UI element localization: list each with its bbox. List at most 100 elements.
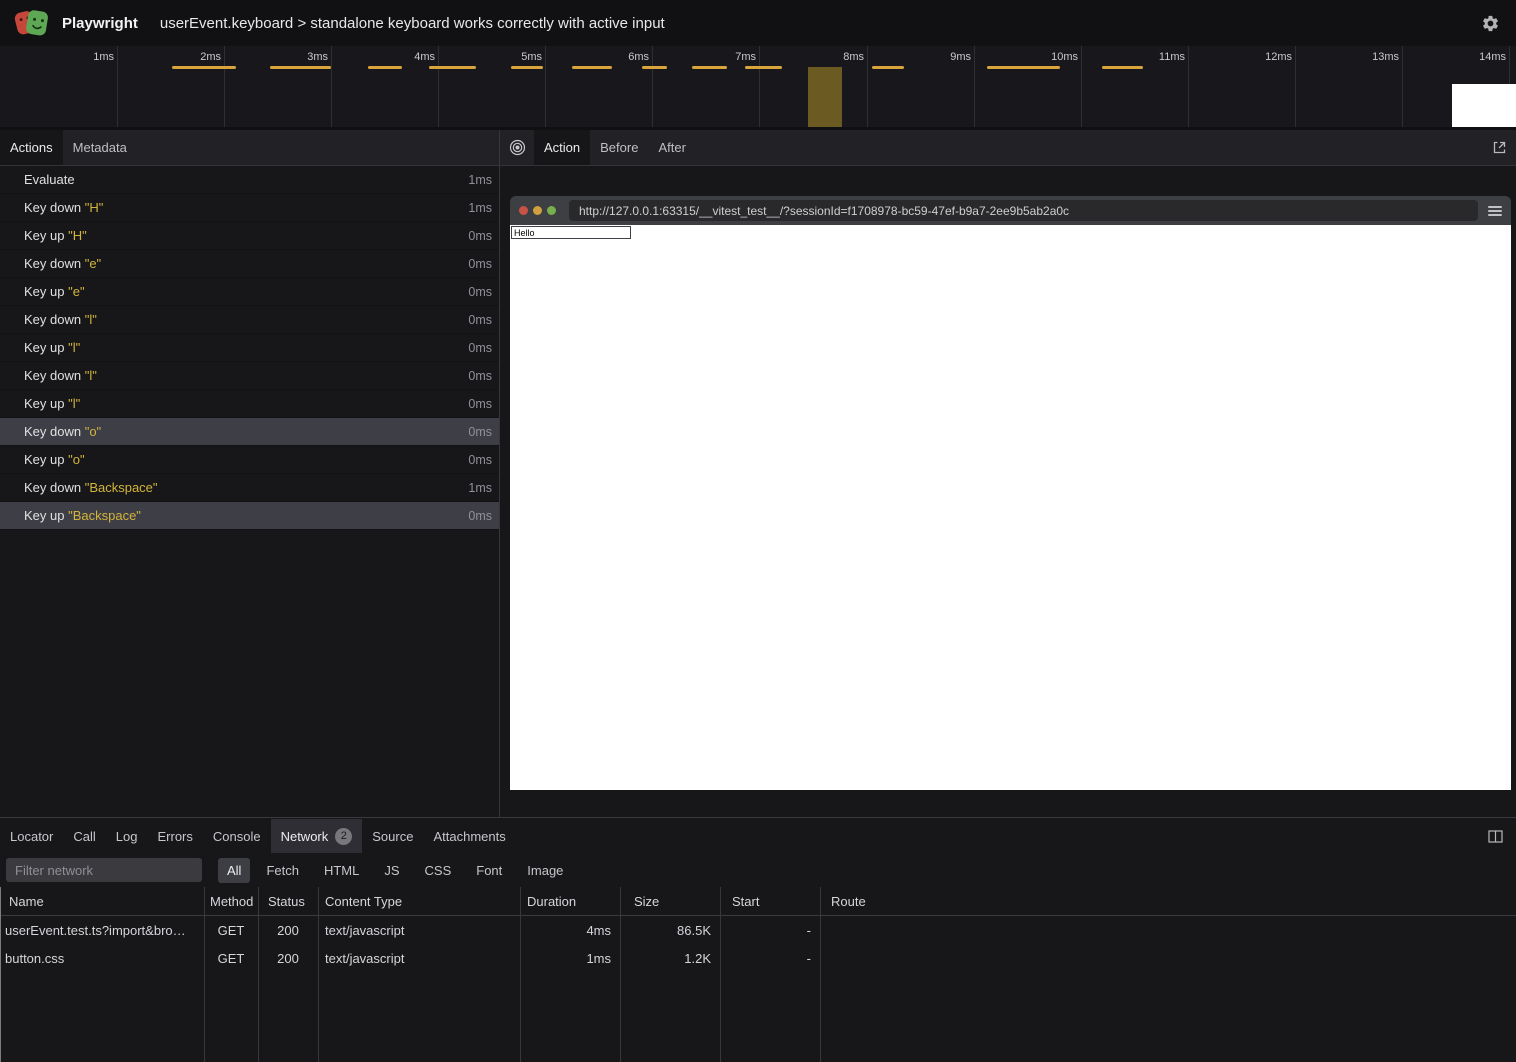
tab-errors[interactable]: Errors [147, 819, 202, 853]
filter-chip-js[interactable]: JS [375, 858, 408, 883]
filter-chip-all[interactable]: All [218, 858, 250, 883]
tab-console[interactable]: Console [203, 819, 271, 853]
cell-size: 86.5K [620, 923, 720, 938]
action-row[interactable]: Evaluate1ms [0, 166, 499, 194]
timeline-gridline [867, 46, 868, 127]
filter-chip-html[interactable]: HTML [315, 858, 368, 883]
action-row[interactable]: Key down "l"0ms [0, 306, 499, 334]
tab-locator[interactable]: Locator [0, 819, 63, 853]
tab-network[interactable]: Network2 [271, 819, 363, 853]
action-duration: 0ms [468, 341, 492, 355]
timeline-gridline [974, 46, 975, 127]
action-name: Key down [24, 256, 85, 271]
action-row[interactable]: Key down "H"1ms [0, 194, 499, 222]
tab-call[interactable]: Call [63, 819, 105, 853]
timeline-action-dash [429, 66, 476, 69]
column-separator [520, 887, 521, 1062]
settings-gear-icon[interactable] [1478, 11, 1502, 35]
action-name: Key up [24, 396, 68, 411]
action-row[interactable]: Key up "H"0ms [0, 222, 499, 250]
filter-chip-fetch[interactable]: Fetch [257, 858, 308, 883]
action-duration: 0ms [468, 229, 492, 243]
tab-console-label: Console [213, 829, 261, 844]
tab-log-label: Log [116, 829, 138, 844]
action-value: "e" [85, 256, 101, 271]
tab-call-label: Call [73, 829, 95, 844]
column-header-route: Route [820, 894, 1516, 909]
column-header-content-type: Content Type [318, 894, 520, 909]
timeline-action-dash [368, 66, 402, 69]
bottom-tab-bar: Locator Call Log Errors Console Network2 Sourc… [0, 819, 1516, 853]
timeline-gridline [1402, 46, 1403, 127]
column-separator [258, 887, 259, 1062]
filter-chip-css[interactable]: CSS [416, 858, 461, 883]
timeline[interactable]: 1ms2ms3ms4ms5ms6ms7ms8ms9ms10ms11ms12ms1… [0, 46, 1516, 130]
timeline-action-dash [172, 66, 236, 69]
tab-source-label: Source [372, 829, 413, 844]
action-row[interactable]: Key up "l"0ms [0, 334, 499, 362]
browser-chrome-bar: http://127.0.0.1:63315/__vitest_test__/?… [510, 196, 1511, 225]
action-row[interactable]: Key up "o"0ms [0, 446, 499, 474]
timeline-action-dash [872, 66, 904, 69]
network-request-row[interactable]: button.cssGET200text/javascript1ms1.2K- [0, 944, 1516, 972]
action-duration: 0ms [468, 453, 492, 467]
open-snapshot-external-link-icon[interactable] [1482, 130, 1516, 165]
timeline-tick-label: 14ms [1479, 51, 1506, 63]
tab-metadata[interactable]: Metadata [63, 130, 137, 165]
action-row[interactable]: Key up "Backspace"0ms [0, 502, 499, 530]
action-row[interactable]: Key up "l"0ms [0, 390, 499, 418]
tab-attachments[interactable]: Attachments [423, 819, 515, 853]
bottom-panel: Locator Call Log Errors Console Network2 Sourc… [0, 817, 1516, 1062]
action-duration: 0ms [468, 425, 492, 439]
timeline-gridline [1081, 46, 1082, 127]
column-separator [720, 887, 721, 1062]
network-request-row[interactable]: userEvent.test.ts?import&bro…GET200text/… [0, 916, 1516, 944]
action-value: "H" [68, 228, 87, 243]
timeline-tick-label: 6ms [628, 51, 649, 63]
timeline-action-dash [572, 66, 612, 69]
network-table-header: NameMethodStatusContent TypeDurationSize… [0, 887, 1516, 916]
cell-content_type: text/javascript [318, 923, 520, 938]
tab-action-label: Action [544, 140, 580, 155]
timeline-tick-label: 5ms [521, 51, 542, 63]
column-separator [820, 887, 821, 1062]
action-row[interactable]: Key up "e"0ms [0, 278, 499, 306]
tab-action[interactable]: Action [534, 130, 590, 165]
timeline-gridline [117, 46, 118, 127]
timeline-tick-label: 10ms [1051, 51, 1078, 63]
timeline-gridline [1295, 46, 1296, 127]
action-value: "e" [68, 284, 84, 299]
action-value: "o" [68, 452, 84, 467]
action-duration: 0ms [468, 313, 492, 327]
column-header-status: Status [258, 894, 318, 909]
column-header-method: Method [204, 894, 258, 909]
timeline-action-dash [642, 66, 667, 69]
filter-chip-font[interactable]: Font [467, 858, 511, 883]
test-title: userEvent.keyboard > standalone keyboard… [160, 15, 665, 32]
timeline-tick-label: 11ms [1159, 51, 1185, 63]
browser-snapshot: http://127.0.0.1:63315/__vitest_test__/?… [510, 196, 1511, 790]
tab-log[interactable]: Log [106, 819, 148, 853]
timeline-gridline [759, 46, 760, 127]
tab-before[interactable]: Before [590, 130, 648, 165]
action-row[interactable]: Key down "l"0ms [0, 362, 499, 390]
timeline-tick-label: 12ms [1265, 51, 1292, 63]
timeline-action-dash [270, 66, 331, 69]
top-bar: Playwright userEvent.keyboard > standalo… [0, 0, 1516, 46]
filter-chip-image[interactable]: Image [518, 858, 572, 883]
tab-errors-label: Errors [157, 829, 192, 844]
action-duration: 0ms [468, 397, 492, 411]
network-filter-input[interactable] [6, 858, 202, 882]
action-row[interactable]: Key down "o"0ms [0, 418, 499, 446]
cell-status: 200 [258, 951, 318, 966]
action-row[interactable]: Key down "e"0ms [0, 250, 499, 278]
tab-after[interactable]: After [648, 130, 695, 165]
column-header-name: Name [0, 894, 204, 909]
action-row[interactable]: Key down "Backspace"1ms [0, 474, 499, 502]
action-value: "l" [85, 368, 97, 383]
action-name: Key up [24, 508, 68, 523]
pick-locator-target-icon[interactable] [500, 130, 534, 165]
split-view-icon[interactable] [1478, 819, 1512, 853]
tab-source[interactable]: Source [362, 819, 423, 853]
tab-actions[interactable]: Actions [0, 130, 63, 165]
